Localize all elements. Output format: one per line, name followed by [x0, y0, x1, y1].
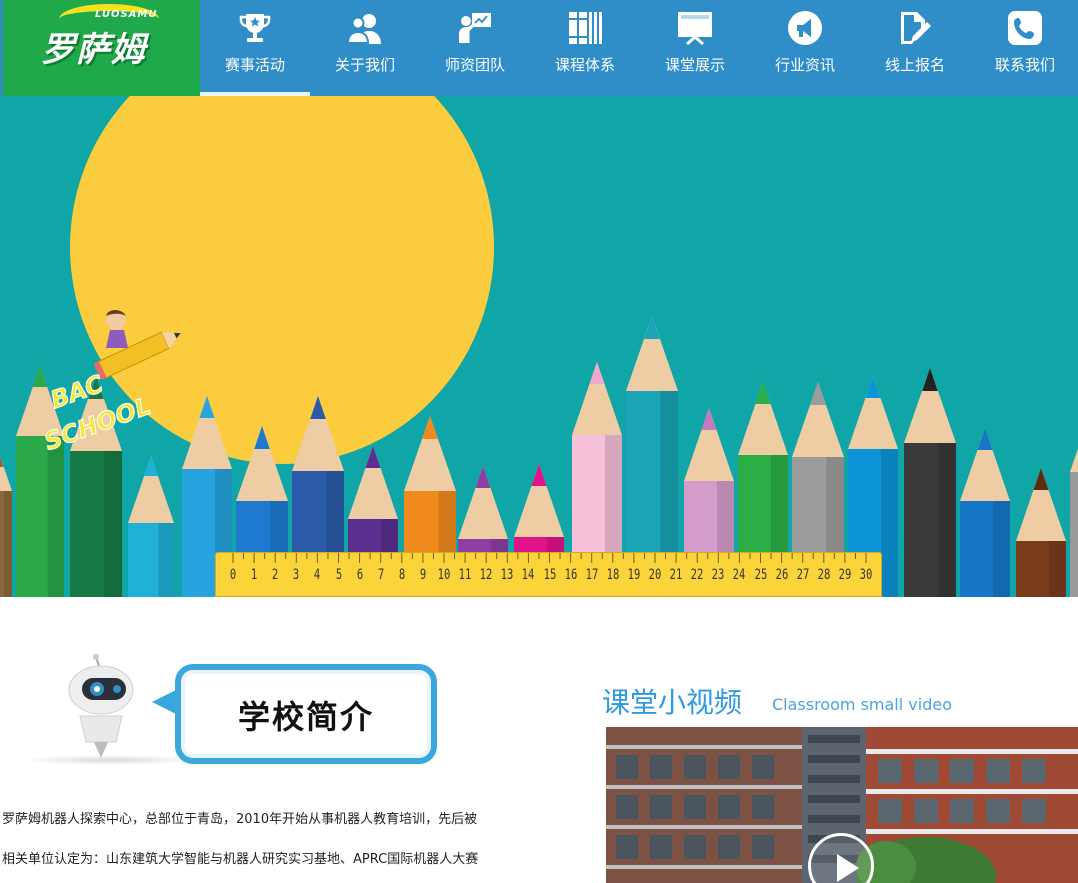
signup-pen-icon [901, 12, 931, 44]
ruler-number: 14 [522, 567, 535, 583]
ruler-number: 26 [775, 567, 788, 583]
users-icon [347, 14, 381, 44]
megaphone-icon [788, 11, 822, 45]
nav-label-events: 赛事活动 [224, 56, 285, 74]
ruler-number: 17 [585, 567, 599, 583]
intro-heading: 学校简介 [237, 698, 374, 736]
ruler-number: 23 [711, 567, 725, 583]
nav-label-teachers: 师资团队 [444, 56, 505, 74]
nav-label-news: 行业资讯 [774, 56, 835, 74]
pencil-3 [128, 456, 174, 597]
logo-subtext: LUOSAMU [95, 9, 158, 20]
ruler-number: 30 [859, 567, 873, 583]
nav-label-contact: 联系我们 [994, 56, 1055, 74]
trophy-icon [239, 14, 271, 42]
ruler-number: 29 [838, 567, 852, 583]
nav-item-courses[interactable]: 课程体系 [530, 0, 640, 96]
nav-label-signup: 线上报名 [884, 56, 945, 74]
video-section-subtitle: Classroom small video [772, 695, 952, 714]
nav-item-classroom[interactable]: 课堂展示 [640, 0, 750, 96]
ruler-number: 8 [398, 567, 405, 583]
video-section-title: 课堂小视频 [602, 686, 743, 719]
top-navigation-bar: LUOSAMU 罗萨姆 赛事活动 关于我们 师资团队 课程体系 课堂展示 行业资… [0, 0, 1078, 96]
ruler-number: 20 [648, 567, 662, 583]
nav-item-teachers[interactable]: 师资团队 [420, 0, 530, 96]
pencil-21 [0, 456, 12, 597]
ruler-number: 10 [437, 567, 451, 583]
ruler-number: 5 [335, 567, 342, 583]
back-to-school-badge: BAC SCHOOL [40, 306, 194, 457]
nav-item-events[interactable]: 赛事活动 [200, 0, 310, 96]
nav-label-about: 关于我们 [334, 56, 395, 74]
ruler-number: 18 [606, 567, 620, 583]
ruler-number: 0 [229, 567, 237, 583]
ruler-number: 1 [250, 567, 258, 583]
intro-paragraph-line-1: 罗萨姆机器人探索中心，总部位于青岛，2010年开始从事机器人教育培训，先后被 [2, 812, 478, 827]
ruler-number: 12 [479, 567, 493, 583]
ruler-ticks [232, 553, 867, 563]
ruler-number: 19 [627, 567, 641, 583]
nav-item-contact[interactable]: 联系我们 [970, 0, 1078, 96]
books-icon [569, 12, 602, 44]
ruler-number: 13 [500, 567, 514, 583]
ruler-number: 11 [458, 567, 472, 583]
pencil-20 [1070, 448, 1078, 597]
ruler-number: 28 [817, 567, 831, 583]
ruler-number: 27 [796, 567, 810, 583]
hero-banner[interactable]: BAC SCHOOL 0 1 2 3 4 5 6 7 8 9 10 11 12 13 14 15 16 17 18 1… [0, 96, 1078, 597]
ruler-illustration: 0 1 2 3 4 5 6 7 8 9 10 11 12 13 14 15 16 17 18 19 20 21 22 23 24… [215, 552, 882, 597]
teacher-icon [459, 13, 491, 43]
pencil-19 [1016, 468, 1066, 597]
ruler-number: 3 [293, 567, 300, 583]
ruler-number: 24 [733, 567, 746, 583]
ruler-number: 15 [543, 567, 556, 583]
nav-label-courses: 课程体系 [554, 56, 615, 74]
nav-item-news[interactable]: 行业资讯 [750, 0, 860, 96]
ruler-numbers: 0 1 2 3 4 5 6 7 8 9 10 11 12 13 14 15 16 17 18 19 20 21 22 23 24… [216, 567, 883, 587]
school-intro-header: 学校简介 [0, 640, 450, 780]
ruler-number: 22 [690, 567, 704, 583]
pencil-17 [904, 368, 956, 597]
site-logo[interactable]: LUOSAMU 罗萨姆 [3, 0, 200, 96]
logo-text: 罗萨姆 [41, 30, 146, 70]
ruler-number: 7 [377, 567, 384, 583]
ruler-number: 16 [564, 567, 577, 583]
pencil-18 [960, 428, 1011, 597]
speech-bubble: 学校简介 [175, 664, 437, 764]
ruler-number: 6 [356, 567, 363, 583]
presentation-icon [678, 12, 712, 46]
ruler-number: 2 [272, 567, 279, 583]
nav-item-about[interactable]: 关于我们 [310, 0, 420, 96]
phone-icon [1008, 11, 1042, 45]
ruler-number: 4 [314, 567, 321, 583]
robot-mascot-icon [68, 654, 134, 758]
main-nav: 赛事活动 关于我们 师资团队 课程体系 课堂展示 行业资讯 线上报名 联系我们 [200, 0, 1078, 96]
intro-paragraph-line-2: 相关单位认定为：山东建筑大学智能与机器人研究实习基地、APRC国际机器人大赛 [2, 852, 479, 867]
play-icon [837, 854, 859, 882]
nav-item-signup[interactable]: 线上报名 [860, 0, 970, 96]
nav-label-classroom: 课堂展示 [664, 56, 725, 74]
classroom-video-thumbnail[interactable] [606, 727, 1078, 883]
ruler-number: 9 [419, 567, 427, 583]
ruler-number: 21 [669, 567, 683, 583]
ruler-number: 25 [754, 567, 767, 583]
